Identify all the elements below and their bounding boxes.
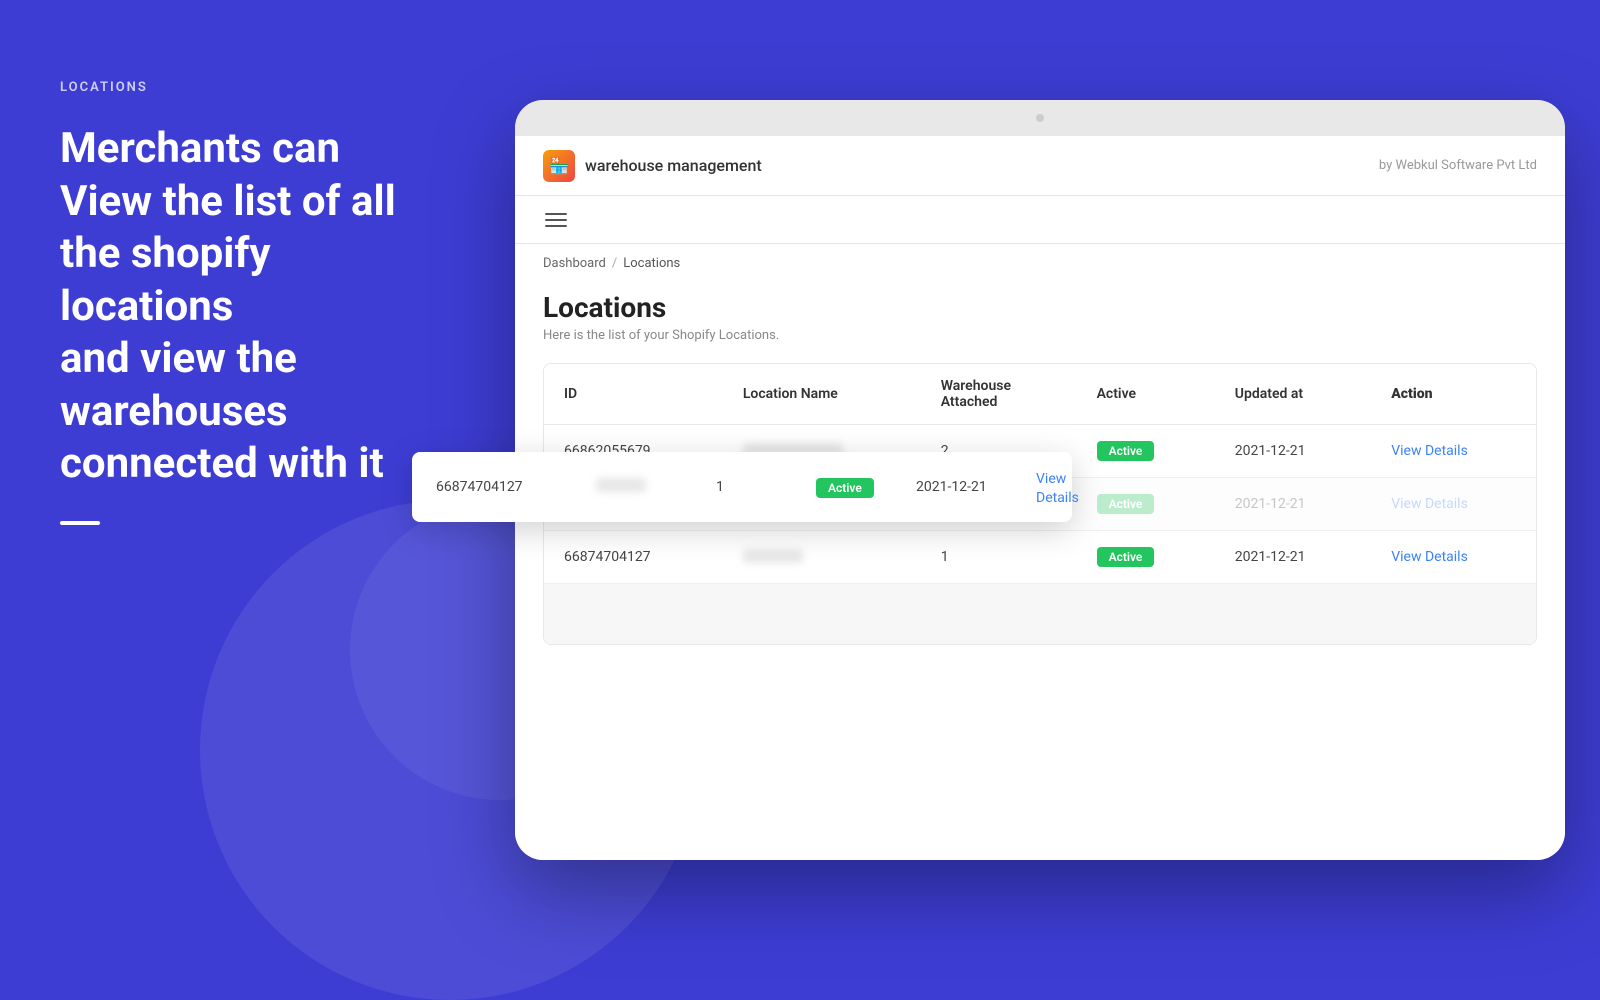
app-nav: [515, 196, 1565, 244]
row2-active: Active: [1077, 478, 1215, 531]
floating-warehouse: 1: [716, 479, 816, 495]
floating-active: Active: [816, 477, 916, 498]
row1-active: Active: [1077, 425, 1215, 478]
active-badge: Active: [1097, 441, 1155, 461]
table-empty-row: [544, 584, 1536, 644]
device-area: 🏪 warehouse management by Webkul Softwar…: [480, 0, 1600, 900]
brand-icon: 🏪: [543, 150, 575, 182]
floating-action[interactable]: View Details: [1036, 468, 1079, 506]
left-panel: LOCATIONS Merchants can View the list of…: [0, 0, 490, 900]
row3-warehouse: 1: [921, 531, 1077, 584]
hamburger-line-2: [545, 219, 567, 221]
view-details-link-2[interactable]: View Details: [1391, 496, 1468, 512]
hamburger-menu[interactable]: [539, 207, 573, 233]
by-webkul: by Webkul Software Pvt Ltd: [1379, 158, 1537, 173]
view-details-link-3[interactable]: View Details: [1391, 549, 1468, 565]
hamburger-line-3: [545, 225, 567, 227]
app-header: 🏪 warehouse management by Webkul Softwar…: [515, 136, 1565, 196]
section-label: LOCATIONS: [60, 80, 430, 95]
breadcrumb: Dashboard / Locations: [515, 244, 1565, 271]
col-location-name: Location Name: [723, 364, 921, 425]
col-active: Active: [1077, 364, 1215, 425]
floating-updated: 2021-12-21: [916, 479, 1036, 495]
accent-line: [60, 521, 100, 525]
page-subtitle: Here is the list of your Shopify Locatio…: [543, 328, 1537, 343]
row1-updated: 2021-12-21: [1215, 425, 1371, 478]
floating-location: [596, 478, 716, 497]
floating-view-details[interactable]: View Details: [1036, 471, 1079, 506]
content-area: Locations Here is the list of your Shopi…: [515, 271, 1565, 860]
page-title: Locations: [543, 291, 1537, 324]
active-badge-2: Active: [1097, 494, 1155, 514]
main-description: Merchants can View the list of all the s…: [60, 123, 430, 491]
row3-location: [723, 531, 921, 584]
col-warehouse-attached: WarehouseAttached: [921, 364, 1077, 425]
col-action: Action: [1371, 364, 1536, 425]
breadcrumb-current: Locations: [623, 256, 680, 271]
breadcrumb-home[interactable]: Dashboard: [543, 256, 606, 271]
floating-row-highlight: 66874704127 1 Active 2021-12-21 View Det…: [412, 452, 1072, 522]
row2-updated: 2021-12-21: [1215, 478, 1371, 531]
col-id: ID: [544, 364, 723, 425]
row2-action[interactable]: View Details: [1371, 478, 1536, 531]
blurred-location-3: [743, 549, 803, 563]
brand-name: warehouse management: [585, 156, 762, 175]
hamburger-line-1: [545, 213, 567, 215]
app-brand: 🏪 warehouse management: [543, 150, 762, 182]
row3-action[interactable]: View Details: [1371, 531, 1536, 584]
device-dot: [1036, 114, 1044, 122]
row3-id: 66874704127: [544, 531, 723, 584]
row3-updated: 2021-12-21: [1215, 531, 1371, 584]
row1-action[interactable]: View Details: [1371, 425, 1536, 478]
floating-id: 66874704127: [436, 479, 596, 495]
row3-active: Active: [1077, 531, 1215, 584]
breadcrumb-separator: /: [612, 256, 617, 271]
table-row: 66874704127 1 Active 2021-12-21: [544, 531, 1536, 584]
table-header-row: ID Location Name WarehouseAttached Activ…: [544, 364, 1536, 425]
device-top-bar: [515, 100, 1565, 136]
col-updated-at: Updated at: [1215, 364, 1371, 425]
active-badge-3: Active: [1097, 547, 1155, 567]
view-details-link-1[interactable]: View Details: [1391, 443, 1468, 459]
floating-badge: Active: [816, 478, 874, 498]
